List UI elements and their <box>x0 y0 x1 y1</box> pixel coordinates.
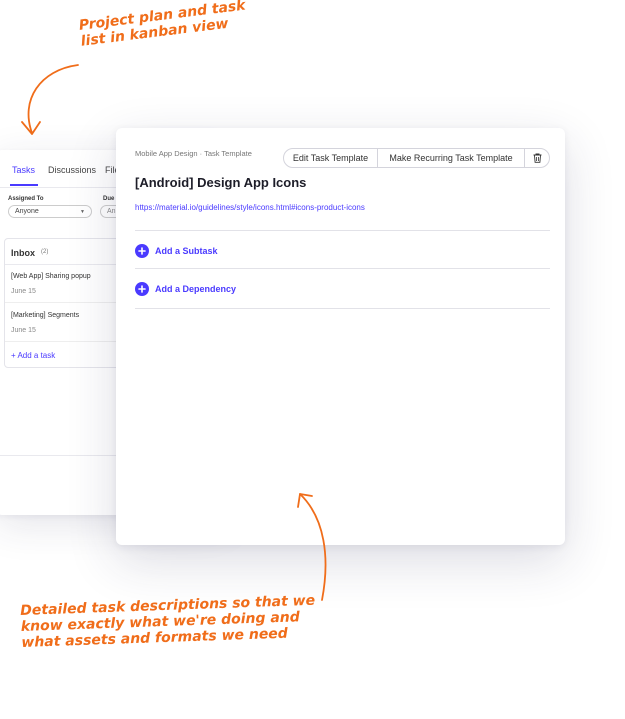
add-task-link[interactable]: + Add a task <box>11 351 55 360</box>
task-card-title: [Web App] Sharing popup <box>11 273 91 280</box>
trash-icon <box>533 153 541 163</box>
add-subtask-button[interactable]: Add a Subtask <box>135 243 218 259</box>
column-title: Inbox <box>11 248 35 258</box>
task-description-link[interactable]: https://material.io/guidelines/style/ico… <box>135 203 365 212</box>
section-divider <box>135 268 550 269</box>
section-divider <box>135 308 550 309</box>
tab-discussions[interactable]: Discussions <box>48 165 96 175</box>
section-divider <box>135 230 550 231</box>
delete-button[interactable] <box>525 149 549 167</box>
annotation-arrow-top <box>21 64 79 135</box>
assigned-to-select[interactable]: Anyone ▼ <box>8 205 92 218</box>
plus-icon <box>135 244 149 258</box>
task-card-date: June 15 <box>11 327 36 334</box>
tab-tasks[interactable]: Tasks <box>12 165 35 175</box>
template-actions: Edit Task Template Make Recurring Task T… <box>283 148 550 168</box>
annotation-details-note: Detailed task descriptions so that we kn… <box>20 592 341 651</box>
task-card-date: June 15 <box>11 288 36 295</box>
plus-icon <box>135 282 149 296</box>
edit-task-template-button[interactable]: Edit Task Template <box>284 149 378 167</box>
annotation-kanban-note: Project plan and task list in kanban vie… <box>78 0 271 50</box>
task-title: [Android] Design App Icons <box>135 175 307 190</box>
chevron-down-icon: ▼ <box>80 209 85 215</box>
task-card-title: [Marketing] Segments <box>11 312 80 319</box>
assigned-to-value: Anyone <box>15 208 39 215</box>
make-recurring-button[interactable]: Make Recurring Task Template <box>378 149 525 167</box>
add-dependency-label: Add a Dependency <box>155 284 237 294</box>
column-count: (2) <box>41 249 49 255</box>
task-template-modal: Mobile App Design · Task Template Edit T… <box>116 128 565 545</box>
due-value: An <box>107 208 116 215</box>
breadcrumb: Mobile App Design · Task Template <box>135 149 252 158</box>
active-tab-indicator <box>10 184 38 186</box>
add-dependency-button[interactable]: Add a Dependency <box>135 281 236 297</box>
add-subtask-label: Add a Subtask <box>155 246 218 256</box>
assigned-to-label: Assigned To <box>8 196 44 202</box>
due-label: Due <box>103 196 115 202</box>
